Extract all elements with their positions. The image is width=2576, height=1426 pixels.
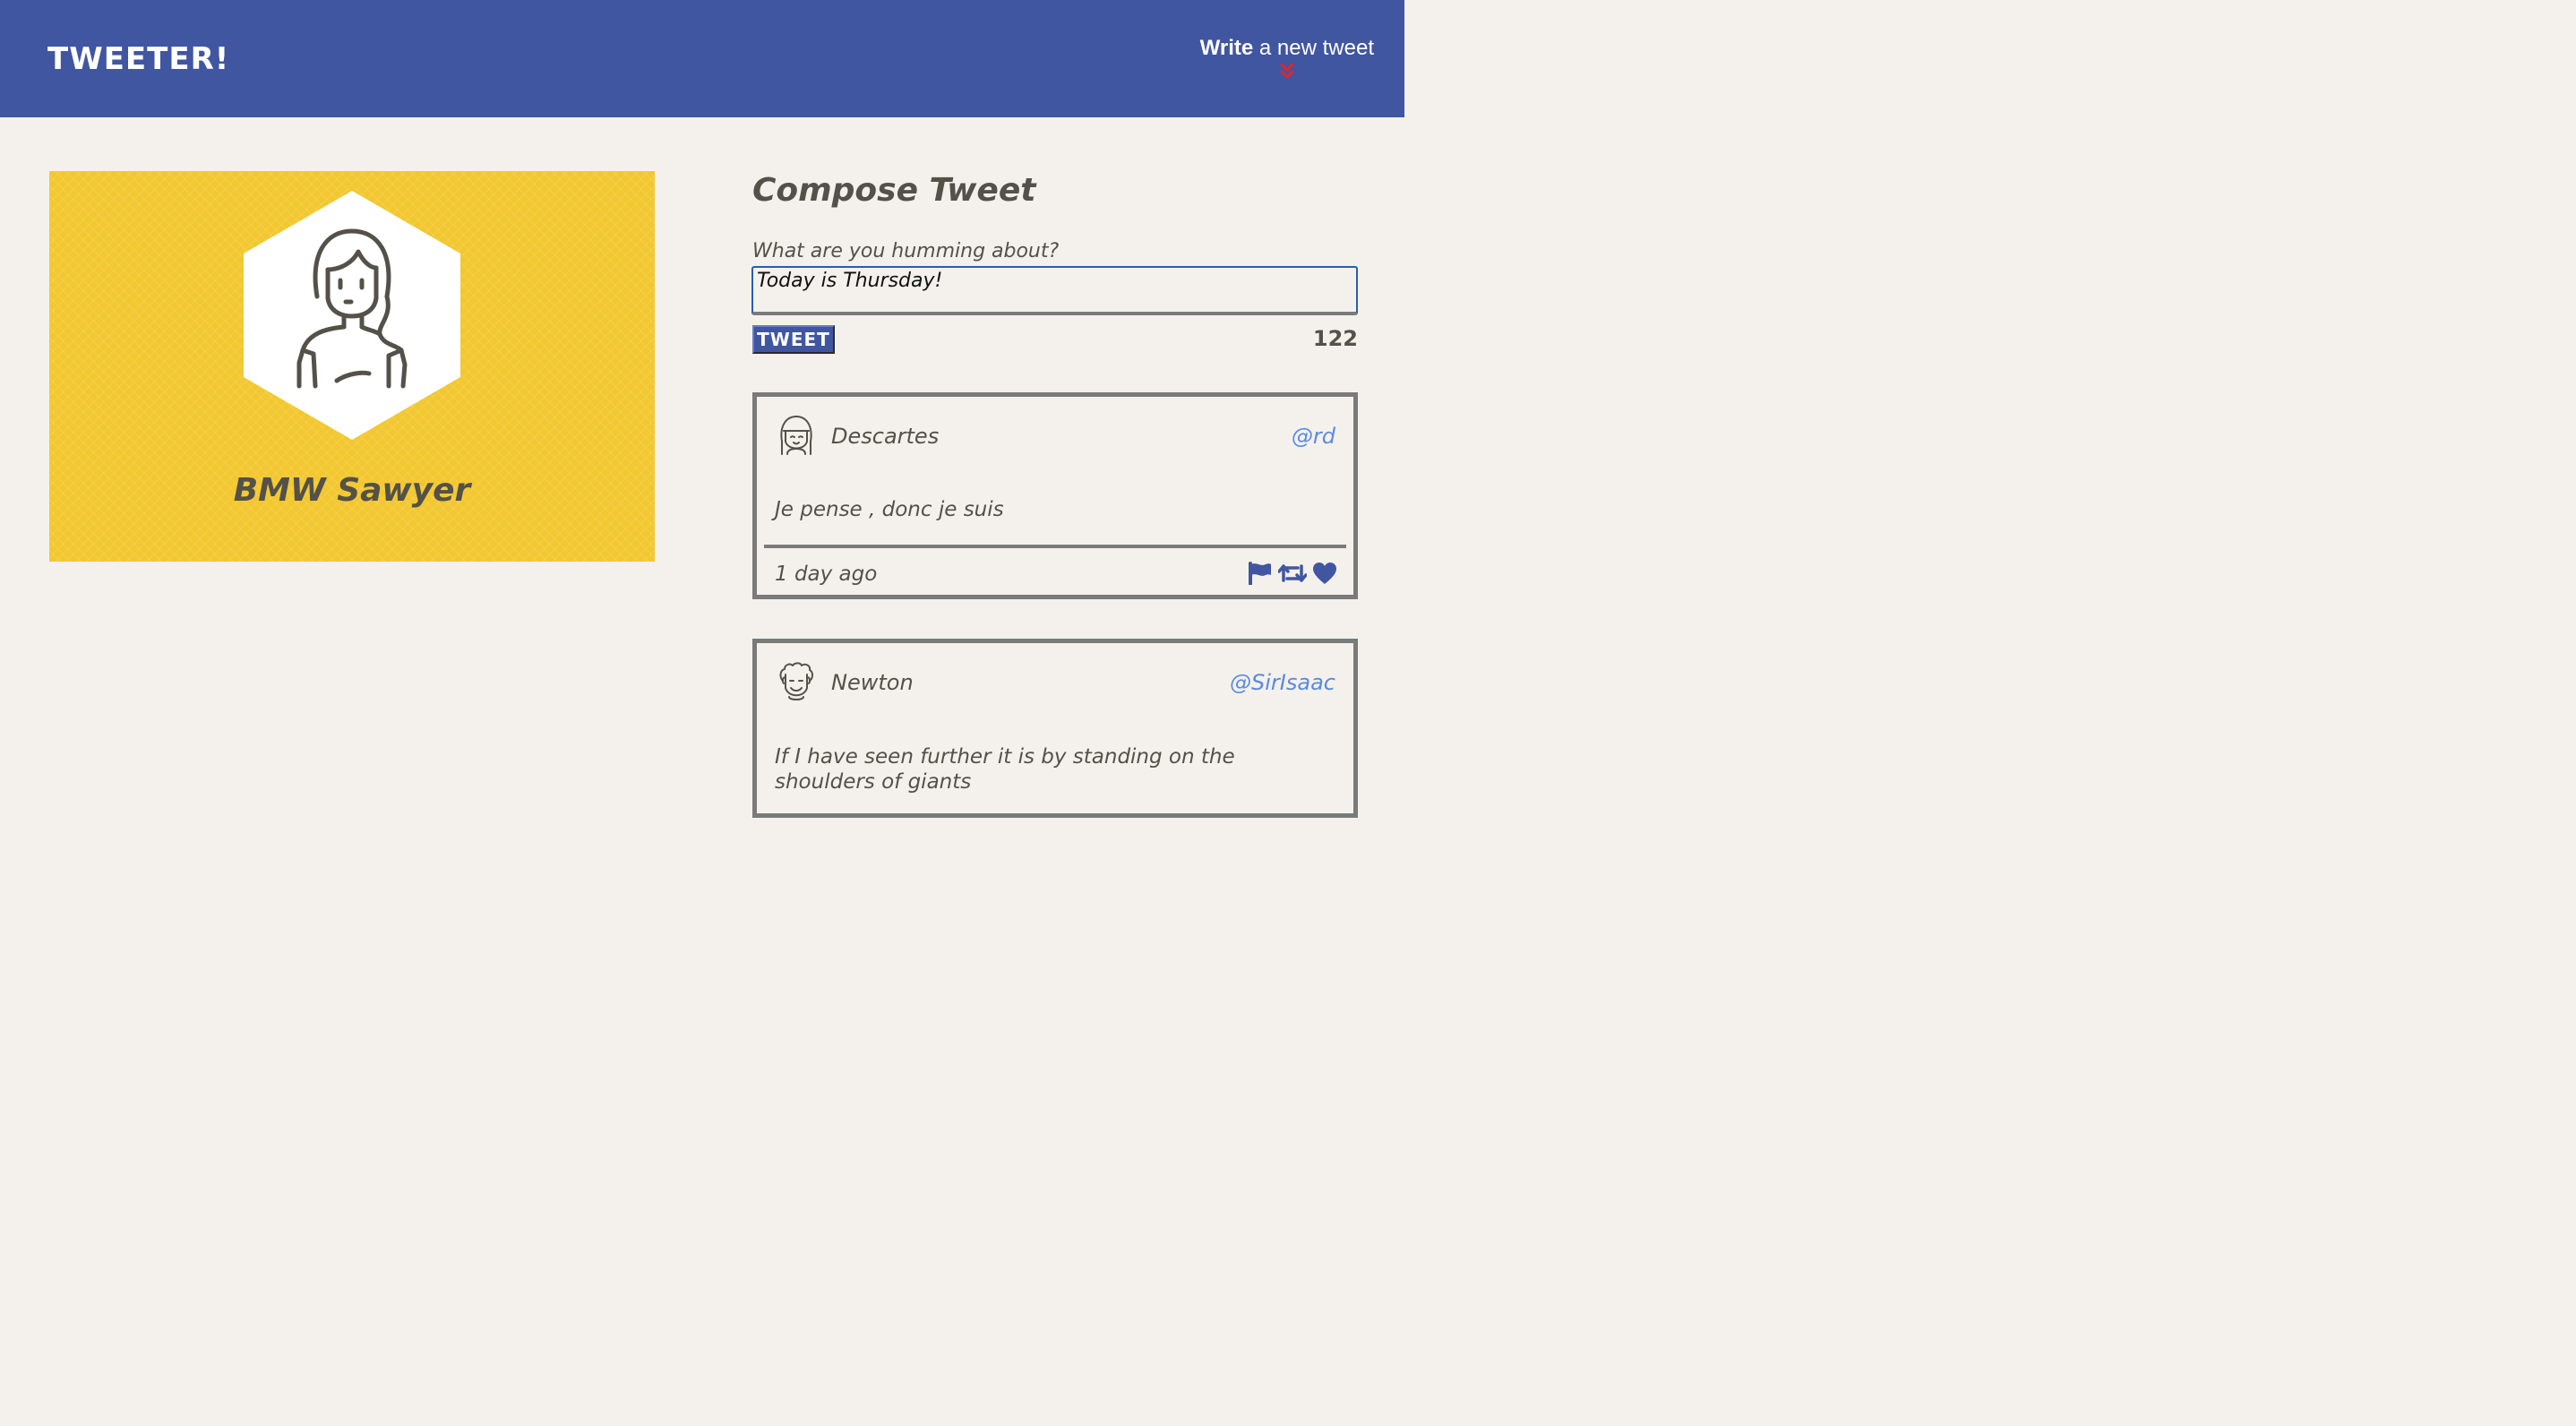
tweet-card: Newton @SirIsaac If I have seen further … xyxy=(752,639,1358,818)
tweet-content: If I have seen further it is by standing… xyxy=(775,745,1235,794)
tweet-author-handle[interactable]: @SirIsaac xyxy=(1230,670,1335,695)
top-nav: TWEETER! Write a new tweet xyxy=(0,0,1404,117)
tweet-actions xyxy=(1248,562,1337,585)
girl-avatar-icon xyxy=(780,416,812,455)
heart-icon[interactable] xyxy=(1312,562,1337,585)
character-counter: 122 xyxy=(1312,326,1358,351)
tweet-author-name: Descartes xyxy=(831,424,940,449)
write-label: Write xyxy=(1199,36,1254,60)
brand-logo[interactable]: TWEETER! xyxy=(47,41,229,77)
tweet-author-name: Newton xyxy=(831,670,914,695)
user-profile-card: BMW Sawyer xyxy=(49,171,655,562)
curly-hair-avatar-icon xyxy=(779,662,813,700)
tweet-timestamp: 1 day ago xyxy=(775,563,878,586)
write-new-tweet-toggle[interactable]: Write a new tweet xyxy=(1200,36,1374,81)
tweet-content: Je pense , donc je suis xyxy=(775,498,1004,521)
flag-icon[interactable] xyxy=(1248,562,1273,585)
compose-label: What are you humming about? xyxy=(752,240,1060,262)
woman-avatar-icon xyxy=(244,191,460,440)
tweet-textarea[interactable] xyxy=(751,266,1358,315)
tweet-divider xyxy=(764,545,1346,548)
tweet-author-handle[interactable]: @rd xyxy=(1292,424,1335,449)
user-display-name: BMW Sawyer xyxy=(233,472,471,509)
tweet-button[interactable]: TWEET xyxy=(752,325,835,354)
double-chevron-down-icon xyxy=(1280,63,1294,79)
tweet-card: Descartes @rd Je pense , donc je suis 1 … xyxy=(752,392,1358,599)
retweet-icon[interactable] xyxy=(1278,563,1307,584)
compose-title: Compose Tweet xyxy=(752,172,1036,209)
new-tweet-label: a new tweet xyxy=(1253,36,1374,60)
